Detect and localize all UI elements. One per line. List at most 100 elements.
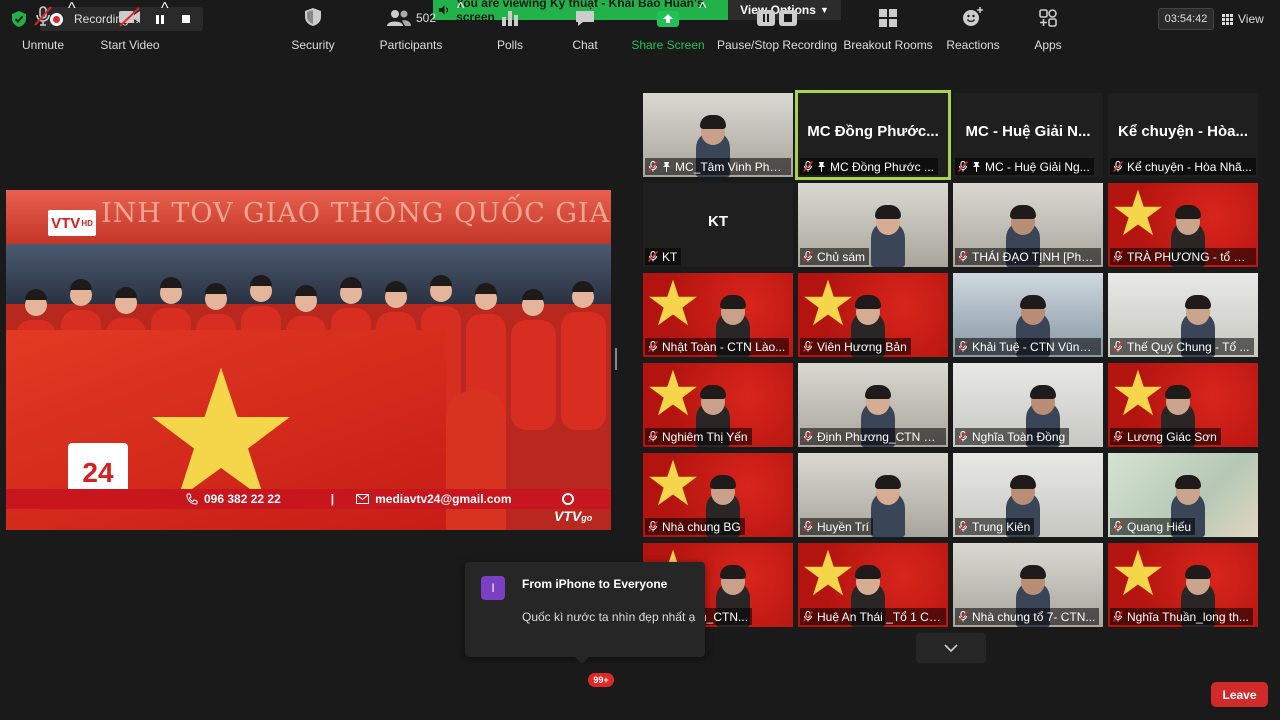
participant-tile[interactable]: Trung Kiên: [953, 453, 1103, 537]
muted-mic-icon: [1113, 611, 1123, 622]
participant-nameplate: Thế Quý Chung - Tổ ...: [1110, 338, 1254, 355]
participant-tile[interactable]: Thế Quý Chung - Tổ ...: [1108, 273, 1258, 357]
pause-stop-icon: [757, 10, 797, 26]
view-button[interactable]: View: [1222, 8, 1272, 30]
phone-icon: [186, 493, 198, 505]
split-divider-handle[interactable]: [615, 348, 617, 370]
participant-tile[interactable]: THÁI ĐẠO TỊNH [Phật...: [953, 183, 1103, 267]
participant-tile[interactable]: Nhà chung BG: [643, 453, 793, 537]
participant-tile[interactable]: Lương Giác Sơn: [1108, 363, 1258, 447]
participant-tile[interactable]: Chủ sám: [798, 183, 948, 267]
participant-tile[interactable]: Nghĩa Thuần_long th...: [1108, 543, 1258, 627]
flag-star-icon: [649, 279, 697, 326]
participant-hair: [1020, 295, 1046, 309]
participant-hair: [1010, 475, 1036, 489]
participant-nameplate: Nghĩa Toàn Đồng: [955, 428, 1070, 445]
participant-nameplate: Kể chuyện - Hòa Nhã...: [1110, 158, 1256, 175]
breakout-rooms-button[interactable]: Breakout Rooms: [843, 0, 933, 57]
reactions-icon: [963, 7, 983, 26]
breakout-rooms-icon: [879, 9, 897, 27]
security-button[interactable]: Security: [287, 0, 339, 57]
share-screen-label: Share Screen: [631, 38, 705, 52]
muted-mic-icon: [803, 251, 813, 262]
flag-star-icon: [649, 459, 697, 506]
reactions-button[interactable]: Reactions: [946, 0, 1000, 57]
pause-stop-recording-button[interactable]: Pause/Stop Recording: [717, 0, 837, 57]
chevron-down-icon: [944, 644, 958, 652]
participant-nameplate: MC Đồng Phước ...: [800, 158, 938, 175]
participant-tile[interactable]: Khải Tuệ - CTN Vũng ...: [953, 273, 1103, 357]
participant-name: MC_Tâm Vinh Phong: [675, 159, 787, 174]
participants-button[interactable]: 502 Participants: [380, 0, 442, 57]
participant-tile[interactable]: MC Đồng Phước... MC Đồng Phước ...: [795, 90, 951, 180]
participant-tile[interactable]: Nhật Toàn - CTN Lào...: [643, 273, 793, 357]
participant-gallery: MC_Tâm Vinh Phong MC Đồng Phước... MC Đồng…: [643, 90, 1259, 627]
participant-nameplate: Chủ sám: [800, 248, 870, 265]
polls-button[interactable]: Polls: [492, 0, 528, 57]
chat-button[interactable]: Chat: [567, 0, 603, 57]
flag-star-icon: [649, 369, 697, 416]
stop-recording-icon[interactable]: [182, 15, 190, 23]
flag-star-icon: [804, 279, 852, 326]
participant-nameplate: KT: [645, 248, 682, 265]
participant-name: MC - Huệ Giải Ng...: [985, 159, 1090, 174]
participant-name: Quang Hiếu: [1127, 519, 1192, 534]
participant-tile[interactable]: Kể chuyện - Hòa... Kể chuyện - Hòa Nhã...: [1108, 93, 1258, 177]
participant-nameplate: Viên Hương Bản: [800, 338, 911, 355]
share-options-caret[interactable]: ^: [699, 0, 707, 17]
pin-icon: [973, 162, 980, 172]
participant-tile[interactable]: MC - Huệ Giải N... MC - Huệ Giải Ng...: [953, 93, 1103, 177]
participant-tile[interactable]: Nghiêm Thị Yến: [643, 363, 793, 447]
apps-icon: [1039, 9, 1057, 27]
leave-button[interactable]: Leave: [1211, 682, 1268, 707]
participant-nameplate: Nhật Toàn - CTN Lào...: [645, 338, 790, 355]
chat-sender: From iPhone to Everyone: [522, 577, 668, 591]
participant-tile[interactable]: Định Phương_CTN H...: [798, 363, 948, 447]
participants-options-caret[interactable]: ^: [457, 0, 465, 17]
participant-tile[interactable]: TRÀ PHƯƠNG - tổ 1 ...: [1108, 183, 1258, 267]
participant-tile[interactable]: Viên Hương Bản: [798, 273, 948, 357]
participant-tile[interactable]: Nghĩa Toàn Đồng: [953, 363, 1103, 447]
participant-display-name: KT: [708, 213, 728, 230]
reactions-label: Reactions: [946, 38, 1000, 52]
start-video-button[interactable]: Start Video: [98, 0, 162, 57]
contact-separator: |: [330, 492, 335, 506]
muted-mic-icon: [648, 341, 658, 352]
participant-nameplate: Trung Kiên: [955, 518, 1035, 535]
chat-notification[interactable]: I From iPhone to Everyone Quốc kì nước t…: [465, 562, 705, 664]
muted-mic-icon: [648, 251, 658, 262]
flag-star-icon: [152, 367, 290, 500]
participant-name: THÁI ĐẠO TỊNH [Phật...: [972, 249, 1097, 264]
participant-name: TRÀ PHƯƠNG - tổ 1 ...: [1127, 249, 1252, 264]
view-button-label: View: [1238, 12, 1264, 26]
presenter-person: [446, 390, 506, 530]
participant-display-name: MC - Huệ Giải N...: [965, 123, 1091, 140]
participant-hair: [875, 205, 901, 219]
participant-name: Trung Kiên: [972, 519, 1031, 534]
participant-tile[interactable]: MC_Tâm Vinh Phong: [643, 93, 793, 177]
participant-name: Chủ sám: [817, 249, 866, 264]
audio-options-caret[interactable]: ^: [68, 0, 76, 17]
unmute-label: Unmute: [21, 38, 65, 52]
muted-mic-icon: [1113, 251, 1123, 262]
participant-tile[interactable]: Quang Hiếu: [1108, 453, 1258, 537]
participant-name: Nhà chung BG: [662, 519, 741, 534]
participant-name: MC Đồng Phước ...: [830, 159, 934, 174]
muted-mic-icon: [958, 161, 968, 172]
participant-nameplate: THÁI ĐẠO TỊNH [Phật...: [955, 248, 1101, 265]
participant-hair: [1020, 565, 1046, 579]
muted-mic-icon: [958, 521, 968, 532]
unmute-button[interactable]: Unmute: [18, 0, 68, 57]
participant-tile[interactable]: Nhà chung tổ 7- CTN...: [953, 543, 1103, 627]
share-screen-button[interactable]: Share Screen: [631, 0, 705, 57]
video-options-caret[interactable]: ^: [161, 0, 169, 17]
participant-tile[interactable]: Huyền Trí: [798, 453, 948, 537]
gallery-next-page-button[interactable]: [916, 633, 986, 663]
participant-nameplate: MC - Huệ Giải Ng...: [955, 158, 1094, 175]
apps-button[interactable]: Apps: [1030, 0, 1066, 57]
security-label: Security: [291, 38, 335, 52]
participant-nameplate: Khải Tuệ - CTN Vũng ...: [955, 338, 1101, 355]
participant-tile[interactable]: KT KT: [643, 183, 793, 267]
shared-screen: INH TOV GIAO THÔNG QUỐC GIA VTV HD 24 09…: [6, 190, 611, 530]
participant-tile[interactable]: Huệ An Thái _Tổ 1 CT...: [798, 543, 948, 627]
